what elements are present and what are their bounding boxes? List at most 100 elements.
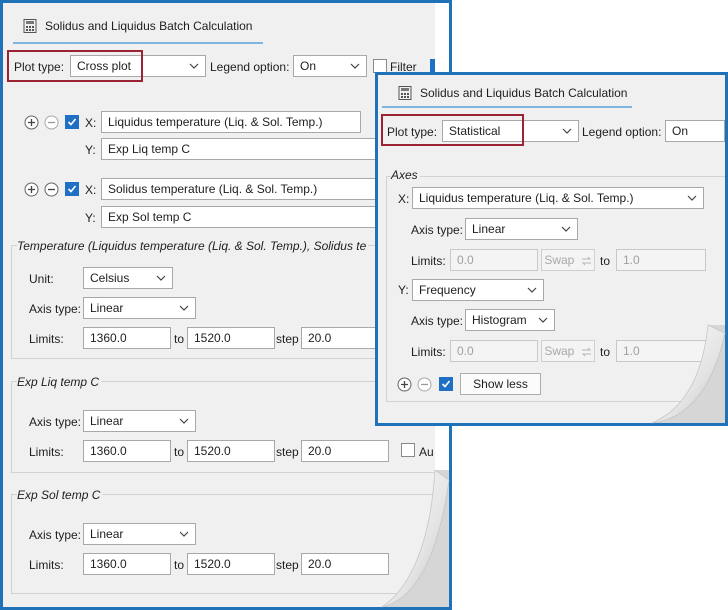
liq-step-field[interactable]: 20.0 <box>301 440 389 462</box>
y-axis-label: Y: <box>398 283 409 297</box>
y-axis-type-select[interactable]: Histogram <box>465 309 555 331</box>
y-limits-label: Limits: <box>411 345 446 359</box>
sol-limit-from[interactable]: 1360.0 <box>83 553 171 575</box>
x-to-label: to <box>600 254 611 268</box>
unit-select[interactable]: Celsius <box>83 267 173 289</box>
series-1-y-value: Exp Liq temp C <box>108 142 191 156</box>
sol-limit-from-value: 1360.0 <box>90 557 127 571</box>
temp-limit-to[interactable]: 1520.0 <box>187 327 275 349</box>
front-tab-title: Solidus and Liquidus Batch Calculation <box>420 86 628 100</box>
x-limit-from[interactable]: 0.0 <box>450 249 538 271</box>
remove-series-icon[interactable] <box>44 115 59 130</box>
y-axis-type-value: Histogram <box>472 313 527 327</box>
chevron-down-icon <box>561 226 571 232</box>
x-swap-button[interactable]: Swap <box>541 249 595 271</box>
swap-icon <box>581 256 591 266</box>
liq-limits-label: Limits: <box>29 445 64 459</box>
swap-icon <box>581 347 591 357</box>
front-legend-option-label: Legend option: <box>582 125 662 139</box>
legend-option-select[interactable]: On <box>293 55 367 77</box>
front-page-curl <box>651 324 726 424</box>
remove-series-icon[interactable] <box>44 182 59 197</box>
temp-axis-type-select[interactable]: Linear <box>83 297 196 319</box>
series-2-y-field[interactable]: Exp Sol temp C <box>101 206 401 228</box>
y-axis-type-label: Axis type: <box>411 314 464 328</box>
chevron-down-icon <box>156 275 166 281</box>
x-limits-label: Limits: <box>411 254 446 268</box>
y-swap-button[interactable]: Swap <box>541 340 595 362</box>
y-limit-from-value: 0.0 <box>457 344 474 358</box>
liq-step-value: 20.0 <box>308 444 332 458</box>
sol-axis-type-select[interactable]: Linear <box>83 523 196 545</box>
liq-axis-type-label: Axis type: <box>29 415 82 429</box>
y-axis-value: Frequency <box>419 283 476 297</box>
x-swap-label: Swap <box>544 253 575 267</box>
front-tab[interactable]: Solidus and Liquidus Batch Calculation <box>398 78 628 108</box>
show-less-button[interactable]: Show less <box>460 373 541 395</box>
y-to-label: to <box>600 345 611 359</box>
series-1-checkbox[interactable] <box>65 115 79 129</box>
remove-axis-icon[interactable] <box>417 377 432 392</box>
series-1-y-field[interactable]: Exp Liq temp C <box>101 138 401 160</box>
legend-option-label: Legend option: <box>210 60 290 74</box>
back-tab-underline <box>13 42 263 44</box>
sol-step-value: 20.0 <box>308 557 332 571</box>
sol-to-label: to <box>174 558 185 572</box>
back-tab[interactable]: Solidus and Liquidus Batch Calculation <box>23 11 253 41</box>
liq-to-label: to <box>174 445 185 459</box>
add-series-icon[interactable] <box>24 182 39 197</box>
y-axis-select[interactable]: Frequency <box>412 279 544 301</box>
add-series-icon[interactable] <box>24 115 39 130</box>
liq-limit-from[interactable]: 1360.0 <box>83 440 171 462</box>
unit-label: Unit: <box>29 272 54 286</box>
series-2-y-value: Exp Sol temp C <box>108 210 192 224</box>
liq-axis-type-select[interactable]: Linear <box>83 410 196 432</box>
temperature-group-title: Temperature (Liquidus temperature (Liq. … <box>17 239 369 253</box>
x-axis-select[interactable]: Liquidus temperature (Liq. & Sol. Temp.) <box>412 187 704 209</box>
series-2-checkbox[interactable] <box>65 182 79 196</box>
temp-limit-from[interactable]: 1360.0 <box>83 327 171 349</box>
front-legend-option-value: On <box>672 124 689 138</box>
back-plot-type-highlight <box>7 50 143 82</box>
front-plot-type-highlight <box>381 114 524 146</box>
calculator-icon <box>23 19 37 33</box>
liq-limit-from-value: 1360.0 <box>90 444 127 458</box>
y-limit-from[interactable]: 0.0 <box>450 340 538 362</box>
unit-value: Celsius <box>90 271 130 285</box>
liq-auto-label: Au <box>419 445 434 459</box>
series-2-x-value: Solidus temperature (Liq. & Sol. Temp.) <box>108 182 318 196</box>
series-2-x-field[interactable]: Solidus temperature (Liq. & Sol. Temp.) <box>101 178 401 200</box>
series-1-y-label: Y: <box>85 143 96 157</box>
sol-axis-type-label: Axis type: <box>29 528 82 542</box>
chevron-down-icon <box>527 287 537 293</box>
axes-group-title: Axes <box>391 168 420 182</box>
x-limit-to[interactable]: 1.0 <box>616 249 706 271</box>
sol-limits-label: Limits: <box>29 558 64 572</box>
axis-enabled-checkbox[interactable] <box>439 377 453 391</box>
sol-limit-to[interactable]: 1520.0 <box>187 553 275 575</box>
x-axis-value: Liquidus temperature (Liq. & Sol. Temp.) <box>419 191 634 205</box>
liq-limit-to[interactable]: 1520.0 <box>187 440 275 462</box>
add-axis-icon[interactable] <box>397 377 412 392</box>
series-1-x-field[interactable]: Liquidus temperature (Liq. & Sol. Temp.) <box>101 111 361 133</box>
front-tab-underline <box>382 106 632 108</box>
y-limit-to-value: 1.0 <box>623 344 640 358</box>
liq-auto-checkbox[interactable] <box>401 443 415 457</box>
sol-limit-to-value: 1520.0 <box>194 557 231 571</box>
back-page-curl <box>381 470 450 608</box>
temp-limits-label: Limits: <box>29 332 64 346</box>
x-axis-type-select[interactable]: Linear <box>465 218 578 240</box>
liq-group-title: Exp Liq temp C <box>17 375 102 389</box>
x-axis-type-label: Axis type: <box>411 223 464 237</box>
legend-option-value: On <box>300 59 317 73</box>
temp-step-label: step <box>276 332 299 346</box>
chevron-down-icon <box>179 418 189 424</box>
filter-checkbox[interactable] <box>373 59 387 73</box>
series-2-y-label: Y: <box>85 211 96 225</box>
front-legend-option-select[interactable]: On <box>665 120 725 142</box>
temp-axis-type-value: Linear <box>90 301 124 315</box>
chevron-down-icon <box>179 305 189 311</box>
y-swap-label: Swap <box>544 344 575 358</box>
back-tab-title: Solidus and Liquidus Batch Calculation <box>45 19 253 33</box>
sol-step-label: step <box>276 558 299 572</box>
